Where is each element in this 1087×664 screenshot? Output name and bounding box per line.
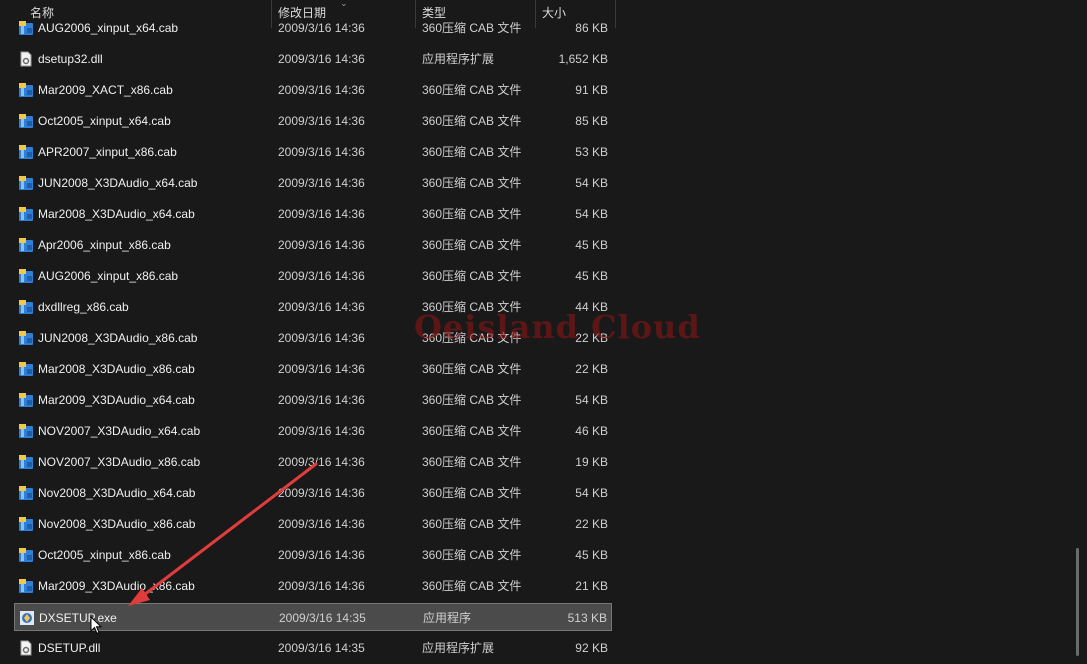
vertical-scrollbar[interactable] — [1076, 548, 1079, 656]
annotation-arrow — [128, 462, 318, 606]
mouse-pointer-icon — [90, 616, 103, 635]
